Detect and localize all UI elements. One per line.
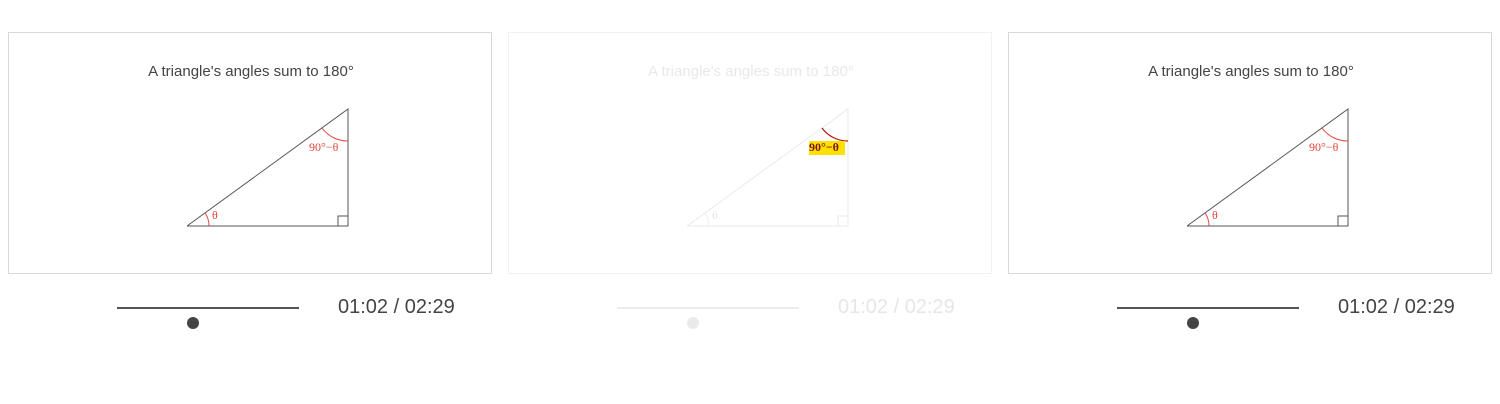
seek-bar[interactable] (1117, 307, 1299, 329)
right-triangle-diagram: θ 90°−θ (686, 108, 849, 227)
playback-controls: 01:02 / 02:29 (500, 292, 1000, 329)
theta-arc (1204, 212, 1210, 227)
slide-canvas: A triangle's angles sum to 180° θ 90°−θ (8, 32, 492, 274)
theta-label: θ (712, 208, 718, 222)
right-angle-marker (1337, 215, 1348, 226)
playback-controls: 01:02 / 02:29 (1000, 292, 1500, 329)
slide-canvas: A triangle's angles sum to 180° θ 90°−θ (508, 32, 992, 274)
right-triangle-diagram: θ 90°−θ (186, 108, 349, 227)
slide-canvas: A triangle's angles sum to 180° θ 90°−θ (1008, 32, 1492, 274)
video-frame-3: A triangle's angles sum to 180° θ 90°−θ … (1000, 0, 1500, 404)
video-frame-1: A triangle's angles sum to 180° θ 90°−θ … (0, 0, 500, 404)
playback-controls: 01:02 / 02:29 (0, 292, 500, 329)
complement-angle-label: 90°−θ (809, 140, 839, 154)
seek-knob[interactable] (686, 317, 699, 329)
seek-bar[interactable] (617, 307, 799, 329)
right-angle-marker (337, 215, 348, 226)
time-display: 01:02 / 02:29 (1338, 296, 1455, 318)
time-display: 01:02 / 02:29 (338, 296, 455, 318)
theta-arc (204, 212, 210, 227)
time-display: 01:02 / 02:29 (838, 296, 955, 318)
seek-knob[interactable] (186, 317, 199, 329)
complement-angle-label: 90°−θ (1309, 140, 1339, 154)
theta-label: θ (212, 208, 218, 222)
theta-label: θ (1212, 208, 1218, 222)
seek-knob[interactable] (1186, 317, 1199, 329)
right-angle-marker (837, 215, 848, 226)
right-triangle-diagram: θ 90°−θ (1186, 108, 1349, 227)
video-frame-2: A triangle's angles sum to 180° θ 90°−θ … (500, 0, 1000, 404)
complement-angle-label: 90°−θ (309, 140, 339, 154)
theta-arc (704, 212, 710, 227)
seek-bar[interactable] (117, 307, 299, 329)
